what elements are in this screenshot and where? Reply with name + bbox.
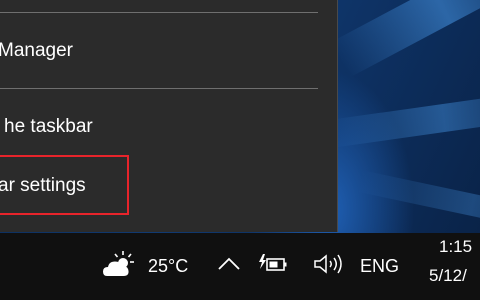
battery-button[interactable] [256, 251, 290, 281]
clock-button[interactable]: 1:15 5/12/ [424, 233, 480, 300]
menu-item-label: he taskbar [4, 116, 93, 137]
menu-separator [0, 88, 318, 89]
input-language-button[interactable]: ENG [360, 251, 399, 281]
clock-date: 5/12/ [429, 266, 467, 285]
wallpaper-light-beam [357, 170, 480, 233]
weather-temperature-button[interactable]: 25°C [148, 251, 188, 281]
clock-time: 1:15 [439, 237, 473, 256]
menu-separator [0, 12, 318, 13]
highlight-box [0, 155, 129, 215]
partly-cloudy-icon [101, 250, 139, 283]
battery-charging-icon [258, 253, 288, 280]
menu-item-task-manager[interactable]: Manager [0, 34, 318, 68]
taskbar: 25°C ENG 1:15 5/12/ [0, 233, 480, 300]
menu-item-lock-taskbar[interactable]: he taskbar [0, 110, 318, 144]
volume-button[interactable] [312, 251, 346, 281]
chevron-up-icon [218, 257, 240, 276]
show-hidden-icons-button[interactable] [214, 251, 244, 281]
wallpaper-light-beam [328, 88, 480, 148]
weather-temperature: 25°C [148, 255, 189, 276]
input-language-label: ENG [360, 255, 400, 276]
wallpaper-light-beam [330, 0, 480, 78]
weather-button[interactable] [100, 250, 140, 283]
menu-item-label: Manager [0, 40, 73, 61]
speaker-icon [313, 253, 345, 280]
taskbar-context-menu: Manager he taskbar ar settings [0, 0, 338, 232]
